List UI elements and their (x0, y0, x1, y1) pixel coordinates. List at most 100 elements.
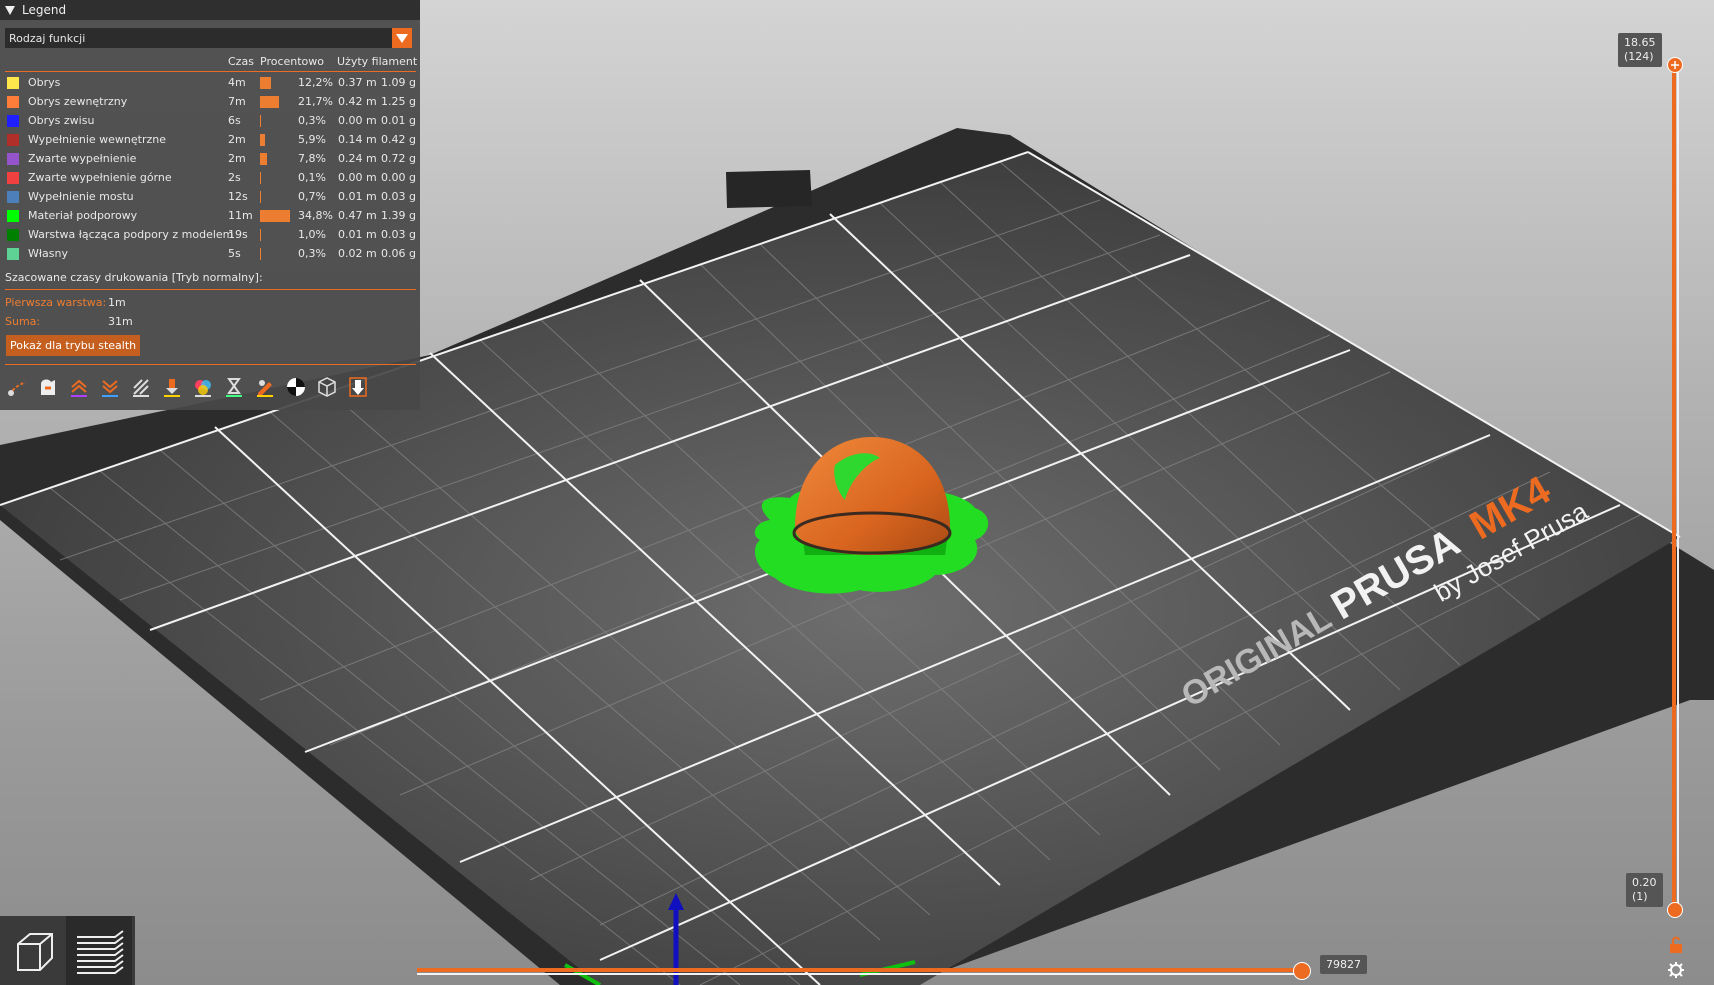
feature-color-swatch (7, 153, 19, 165)
feature-color-swatch (7, 134, 19, 146)
feature-weight: 1.25 g (381, 95, 416, 108)
feature-weight: 0.00 g (381, 171, 416, 184)
first-layer-label: Pierwsza warstwa: (5, 296, 107, 309)
feature-weight: 0.03 g (381, 190, 416, 203)
stealth-mode-button[interactable]: Pokaż dla trybu stealth (6, 335, 141, 356)
feature-percent: 0,1% (298, 171, 326, 184)
feature-weight: 0.01 g (381, 114, 416, 127)
feature-length: 0.24 m (338, 152, 377, 165)
top-layer-number: (124) (1624, 50, 1654, 63)
layer-slider-top-thumb[interactable] (1667, 57, 1683, 73)
top-layer-label: 18.65 (124) (1618, 33, 1662, 67)
custom-gcodes-icon[interactable] (252, 374, 278, 400)
3d-view-button[interactable] (0, 916, 66, 985)
estimated-divider (5, 289, 416, 290)
feature-length: 0.00 m (338, 114, 377, 127)
settings-gear-icon[interactable] (1667, 961, 1685, 979)
view-type-select[interactable]: Rodzaj funkcji (5, 28, 412, 48)
feature-row[interactable]: Wypełnienie wewnętrzne 2m 5,9% 0.14 m 0.42 g (0, 131, 420, 150)
feature-percent-bar (260, 191, 261, 203)
feature-time: 11m (228, 209, 253, 222)
bottom-layer-number: (1) (1632, 890, 1648, 903)
feature-percent: 5,9% (298, 133, 326, 146)
toolbar-divider (5, 364, 416, 365)
feature-name: Obrys zewnętrzny (28, 95, 128, 108)
feature-name: Zwarte wypełnienie (28, 152, 137, 165)
feature-percent-bar (260, 134, 266, 146)
feature-weight: 1.09 g (381, 76, 416, 89)
collapse-triangle-icon[interactable] (5, 5, 15, 15)
preview-button[interactable] (66, 916, 132, 985)
center-of-gravity-icon[interactable] (283, 374, 309, 400)
plus-icon[interactable] (1668, 58, 1682, 72)
feature-weight: 0.03 g (381, 228, 416, 241)
feature-length: 0.02 m (338, 247, 377, 260)
feature-row[interactable]: Zwarte wypełnienie górne 2s 0,1% 0.00 m 0.00… (0, 169, 420, 188)
feature-name: Obrys (28, 76, 61, 89)
wipe-icon[interactable] (35, 374, 61, 400)
feature-color-swatch (7, 172, 19, 184)
view-mode-toggle (0, 916, 135, 985)
feature-name: Materiał podporowy (28, 209, 138, 222)
feature-name: Własny (28, 247, 68, 260)
feature-percent-bar (260, 96, 279, 108)
feature-percent-bar (260, 77, 271, 89)
feature-percent: 7,8% (298, 152, 326, 165)
feature-row[interactable]: Wypełnienie mostu 12s 0,7% 0.01 m 0.03 g (0, 188, 420, 207)
feature-row[interactable]: Własny 5s 0,3% 0.02 m 0.06 g (0, 245, 420, 264)
deretractions-icon[interactable] (97, 374, 123, 400)
feature-weight: 1.39 g (381, 209, 416, 222)
column-header-percent: Procentowo (260, 55, 325, 68)
feature-length: 0.01 m (338, 190, 377, 203)
estimated-times-title: Szacowane czasy drukowania [Tryb normaln… (5, 271, 263, 284)
feature-time: 2m (228, 133, 246, 146)
visibility-toolbar (4, 374, 371, 400)
layers-icon (77, 929, 124, 974)
feature-color-swatch (7, 96, 19, 108)
chevron-down-icon (396, 33, 408, 43)
view-type-value: Rodzaj funkcji (9, 31, 86, 45)
retractions-icon[interactable] (66, 374, 92, 400)
view-type-dropdown-button[interactable] (392, 28, 412, 48)
first-layer-value: 1m (108, 296, 126, 309)
top-layer-height: 18.65 (1624, 36, 1656, 49)
move-slider-thumb[interactable] (1293, 962, 1311, 980)
feature-percent: 0,3% (298, 114, 326, 127)
feature-length: 0.37 m (338, 76, 377, 89)
layer-slider-track[interactable] (1672, 64, 1676, 910)
feature-color-swatch (7, 248, 19, 260)
feature-color-swatch (7, 229, 19, 241)
feature-percent: 0,7% (298, 190, 326, 203)
travel-icon[interactable] (4, 374, 30, 400)
feature-name: Warstwa łącząca podpory z modelem (28, 228, 234, 241)
move-slider-track[interactable] (417, 968, 1303, 972)
legend-header[interactable]: Legend (0, 0, 420, 20)
feature-percent: 34,8% (298, 209, 333, 222)
tool-changes-icon[interactable] (159, 374, 185, 400)
seams-icon[interactable] (128, 374, 154, 400)
feature-row[interactable]: Warstwa łącząca podpory z modelem 19s 1,0%… (0, 226, 420, 245)
feature-length: 0.01 m (338, 228, 377, 241)
feature-weight: 0.72 g (381, 152, 416, 165)
feature-time: 6s (228, 114, 241, 127)
feature-row[interactable]: Obrys zwisu 6s 0,3% 0.00 m 0.01 g (0, 112, 420, 131)
move-slider-value: 79827 (1320, 955, 1367, 974)
header-divider (5, 71, 416, 72)
unlock-icon[interactable] (1668, 936, 1684, 954)
feature-length: 0.42 m (338, 95, 377, 108)
feature-percent-bar (260, 210, 290, 222)
color-changes-icon[interactable] (190, 374, 216, 400)
tool-marker-icon[interactable] (345, 374, 371, 400)
column-header-filament: Użyty filament (337, 55, 418, 68)
feature-row[interactable]: Materiał podporowy 11m 34,8% 0.47 m 1.39 g (0, 207, 420, 226)
feature-row[interactable]: Obrys 4m 12,2% 0.37 m 1.09 g (0, 74, 420, 93)
feature-percent-bar (260, 172, 261, 184)
feature-row[interactable]: Zwarte wypełnienie 2m 7,8% 0.24 m 0.72 g (0, 150, 420, 169)
layer-slider-bottom-thumb[interactable] (1667, 902, 1683, 918)
feature-time: 2m (228, 152, 246, 165)
pause-prints-icon[interactable] (221, 374, 247, 400)
feature-color-swatch (7, 115, 19, 127)
shells-icon[interactable] (314, 374, 340, 400)
feature-time: 4m (228, 76, 246, 89)
feature-row[interactable]: Obrys zewnętrzny 7m 21,7% 0.42 m 1.25 g (0, 93, 420, 112)
